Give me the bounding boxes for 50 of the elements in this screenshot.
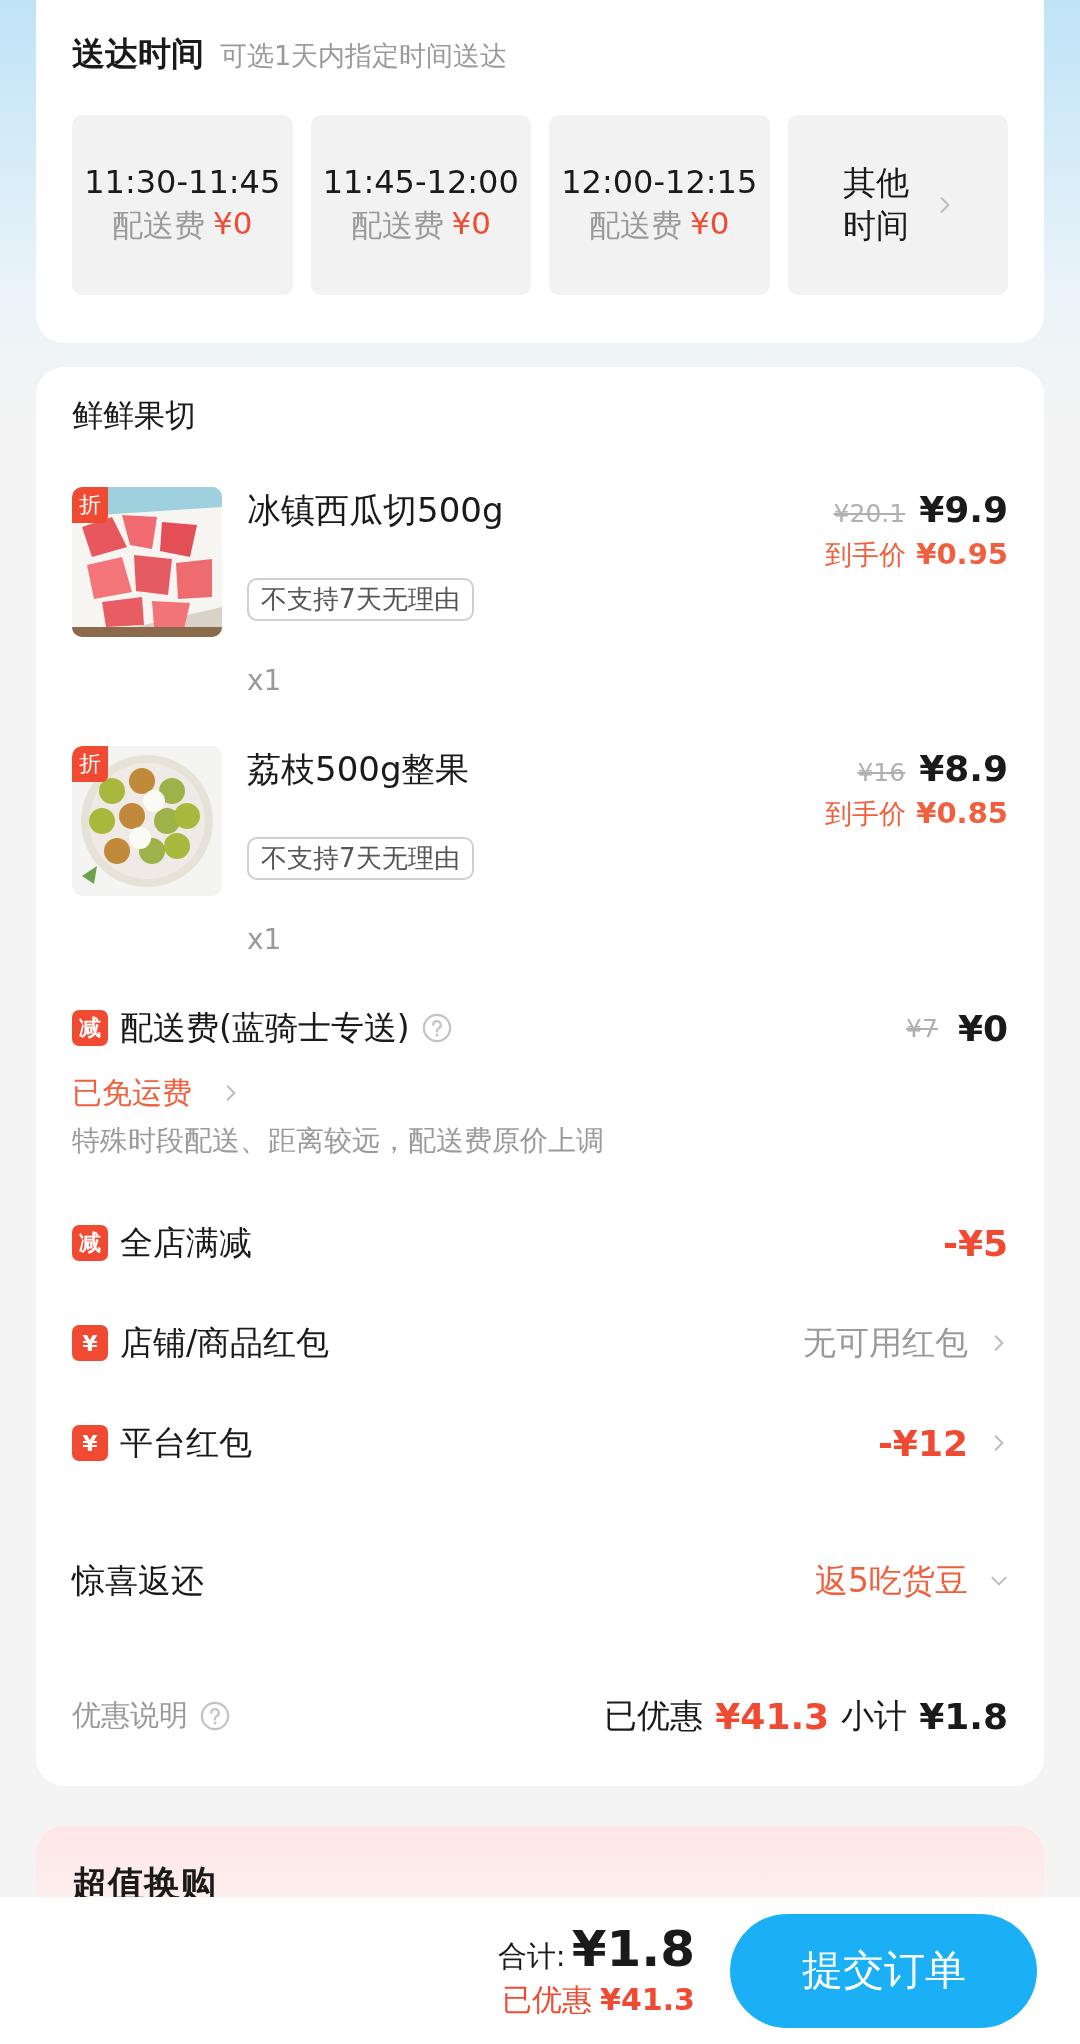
quantity: x1 xyxy=(247,663,282,699)
price: ¥9.9 xyxy=(919,488,1008,532)
time-slot[interactable]: 11:30-11:45 配送费 ¥0 xyxy=(72,115,293,295)
saved-label: 已优惠 xyxy=(502,1981,593,2019)
final-price: ¥0.85 xyxy=(916,796,1008,830)
discount-badge: 折 xyxy=(72,746,108,782)
discount-badge: 减 xyxy=(72,1010,108,1046)
reward-value: 返5吃货豆 xyxy=(815,1559,968,1602)
policy-tag: 不支持7天无理由 xyxy=(247,837,474,880)
row-label: 平台红包 xyxy=(120,1421,252,1464)
help-icon[interactable] xyxy=(200,1701,230,1731)
product-name: 荔枝500g整果 xyxy=(247,748,470,791)
section-title: 送达时间 xyxy=(72,33,204,75)
row-label: 店铺/商品红包 xyxy=(120,1321,330,1364)
quantity: x1 xyxy=(247,922,282,958)
total-label: 合计: xyxy=(497,1938,566,1975)
section-subtitle: 可选1天内指定时间送达 xyxy=(220,39,508,73)
original-fee: ¥7 xyxy=(906,1013,938,1043)
fee-note: 特殊时段配送、距离较远，配送费原价上调 xyxy=(72,1123,605,1159)
row-label: 全店满减 xyxy=(120,1221,252,1264)
policy-tag: 不支持7天无理由 xyxy=(247,578,474,621)
product-name: 冰镇西瓜切500g xyxy=(247,489,504,532)
discount-info-label: 优惠说明 xyxy=(72,1697,188,1734)
store-name: 鲜鲜果切 xyxy=(72,396,197,435)
fee-value: ¥0 xyxy=(957,1007,1008,1049)
row-value: -¥12 xyxy=(877,1422,968,1464)
price: ¥8.9 xyxy=(919,747,1008,791)
discount-badge: 减 xyxy=(72,1225,108,1261)
original-price: ¥20.1 xyxy=(833,498,906,530)
fee-label: 配送费(蓝骑士专送) xyxy=(120,1006,410,1049)
row-value: 无可用红包 xyxy=(803,1321,968,1364)
time-slot[interactable]: 12:00-12:15 配送费 ¥0 xyxy=(549,115,770,295)
row-label: 惊喜返还 xyxy=(72,1559,204,1602)
saved-label: 已优惠 xyxy=(604,1694,704,1737)
discount-badge: 折 xyxy=(72,487,108,523)
subtotal-label: 小计 xyxy=(841,1694,908,1737)
subtotal-amount: ¥1.8 xyxy=(919,1695,1008,1737)
time-slot[interactable]: 11:45-12:00 配送费 ¥0 xyxy=(310,115,531,295)
row-value: -¥5 xyxy=(942,1222,1008,1264)
saved-amount: ¥41.3 xyxy=(600,1982,695,2017)
other-time-button[interactable]: 其他时间 xyxy=(787,115,1008,295)
help-icon[interactable] xyxy=(421,1013,452,1043)
final-price-label: 到手价 xyxy=(825,538,907,572)
final-price: ¥0.95 xyxy=(916,537,1008,571)
discount-badge: ¥ xyxy=(72,1325,108,1361)
total-amount: ¥1.8 xyxy=(571,1920,695,1978)
discount-badge: ¥ xyxy=(72,1425,108,1461)
original-price: ¥16 xyxy=(857,757,906,789)
saved-amount: ¥41.3 xyxy=(715,1695,830,1737)
final-price-label: 到手价 xyxy=(825,797,907,831)
